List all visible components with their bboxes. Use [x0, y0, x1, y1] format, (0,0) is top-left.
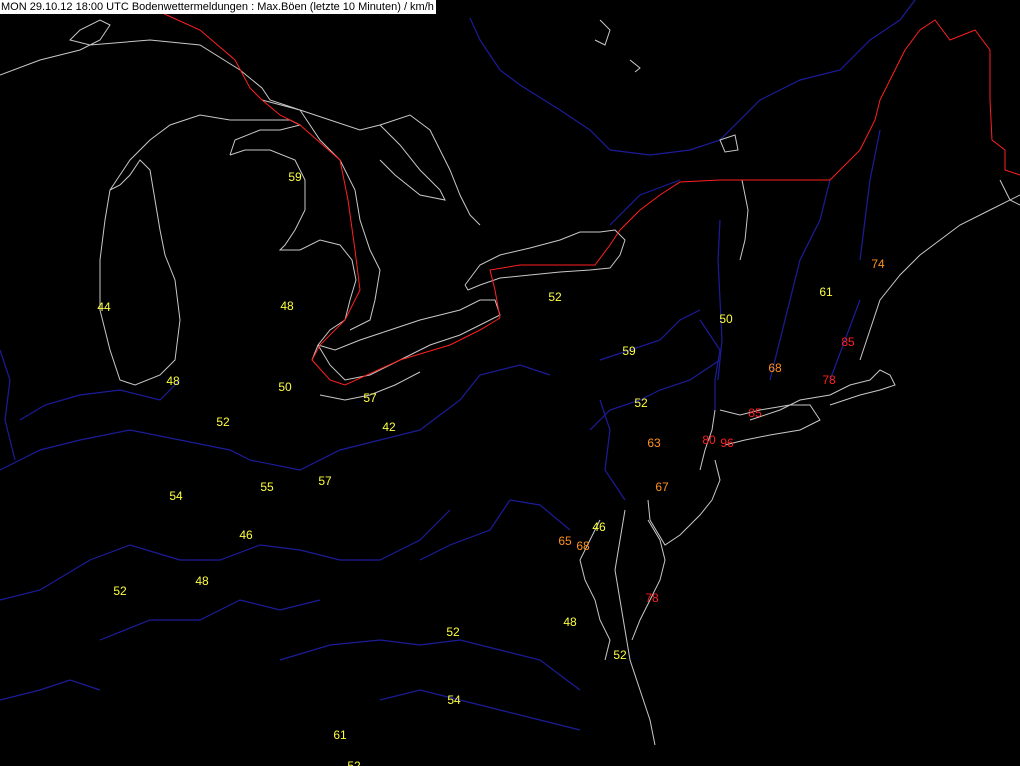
- lake-ontario: [464, 229, 626, 291]
- station-gust-28: 46: [592, 520, 606, 534]
- river-upper-st-lawrence: [609, 179, 681, 226]
- station-gust-14: 52: [548, 290, 562, 304]
- river-kennebec: [859, 129, 881, 261]
- river-connecticut: [769, 179, 831, 381]
- station-gust-24: 80: [702, 433, 716, 447]
- river-roanoke: [379, 689, 581, 731]
- river-wabash: [19, 379, 181, 421]
- georgian-bay: [379, 124, 446, 201]
- station-gust-30: 68: [576, 539, 590, 553]
- station-gust-33: 52: [446, 625, 460, 639]
- station-gust-22: 78: [822, 373, 836, 387]
- map-canvas: MON 29.10.12 18:00 UTC Bodenwettermeldun…: [0, 0, 1020, 766]
- station-gust-2: 48: [280, 299, 294, 313]
- station-gust-15: 59: [622, 344, 636, 358]
- river-scioto: [249, 429, 421, 471]
- border-maine: [829, 19, 1020, 181]
- map-title: MON 29.10.12 18:00 UTC Bodenwettermeldun…: [0, 0, 436, 14]
- station-gust-12: 52: [113, 584, 127, 598]
- station-gust-1: 44: [97, 300, 111, 314]
- station-gust-13: 48: [195, 574, 209, 588]
- station-gust-17: 50: [719, 312, 733, 326]
- station-gust-34: 52: [613, 648, 627, 662]
- country-border: [0, 0, 1020, 386]
- river-delaware: [699, 319, 721, 410]
- station-gust-20: 85: [841, 335, 855, 349]
- station-gust-11: 46: [239, 528, 253, 542]
- delaware-bay: [631, 519, 666, 641]
- upper-peninsula: [109, 114, 302, 191]
- river-mississippi: [0, 349, 16, 461]
- long-island: [719, 404, 821, 446]
- station-gust-19: 74: [871, 257, 885, 271]
- river-cumberland: [99, 619, 200, 641]
- station-gust-23: 85: [748, 406, 762, 420]
- lake-huron: [261, 99, 381, 331]
- station-gust-9: 55: [260, 480, 274, 494]
- north-islands-1: [594, 19, 611, 46]
- station-gust-18: 61: [819, 285, 833, 299]
- station-gust-0: 59: [288, 170, 302, 184]
- base-map: [0, 0, 1020, 746]
- river-james: [279, 639, 581, 691]
- maine-coast: [859, 194, 1020, 361]
- station-gust-36: 61: [333, 728, 347, 742]
- border-superior: [159, 11, 501, 386]
- station-gust-3: 48: [166, 374, 180, 388]
- river-st-lawrence: [469, 0, 916, 156]
- station-gust-27: 67: [655, 480, 669, 494]
- river-niagara-ontario: [599, 399, 626, 501]
- river-ohio-east: [0, 429, 251, 471]
- river-kentucky: [199, 599, 321, 621]
- chesapeake-bay: [614, 509, 656, 746]
- nj-coast: [647, 459, 721, 546]
- station-gust-16: 52: [634, 396, 648, 410]
- station-gust-4: 50: [278, 380, 292, 394]
- station-gust-32: 48: [563, 615, 577, 629]
- station-gust-29: 65: [558, 534, 572, 548]
- coastlines: [0, 19, 1020, 746]
- river-susquehanna-lower: [589, 359, 721, 431]
- river-potomac: [419, 499, 571, 561]
- station-gust-21: 68: [768, 361, 782, 375]
- lake-champlain: [739, 179, 749, 261]
- river-tennessee: [0, 679, 101, 701]
- station-gust-26: 63: [647, 436, 661, 450]
- station-gust-31: 78: [645, 591, 659, 605]
- nova-scotia-hint: [999, 179, 1020, 206]
- lake-erie: [317, 299, 501, 381]
- river-allegheny: [419, 364, 551, 431]
- station-gust-35: 54: [447, 693, 461, 707]
- station-gust-6: 42: [382, 420, 396, 434]
- lake-superior-shore: [0, 19, 481, 226]
- station-gust-25: 96: [720, 436, 734, 450]
- lake-michigan: [99, 159, 181, 386]
- station-gust-8: 54: [169, 489, 183, 503]
- border-erie-ontario: [489, 179, 830, 319]
- station-gust-10: 57: [318, 474, 332, 488]
- station-gust-7: 52: [216, 415, 230, 429]
- north-islands-2: [629, 59, 641, 73]
- river-ohio: [0, 509, 451, 601]
- station-gust-37: 52: [347, 759, 361, 766]
- station-gust-5: 57: [363, 391, 377, 405]
- river-susquehanna: [599, 309, 701, 361]
